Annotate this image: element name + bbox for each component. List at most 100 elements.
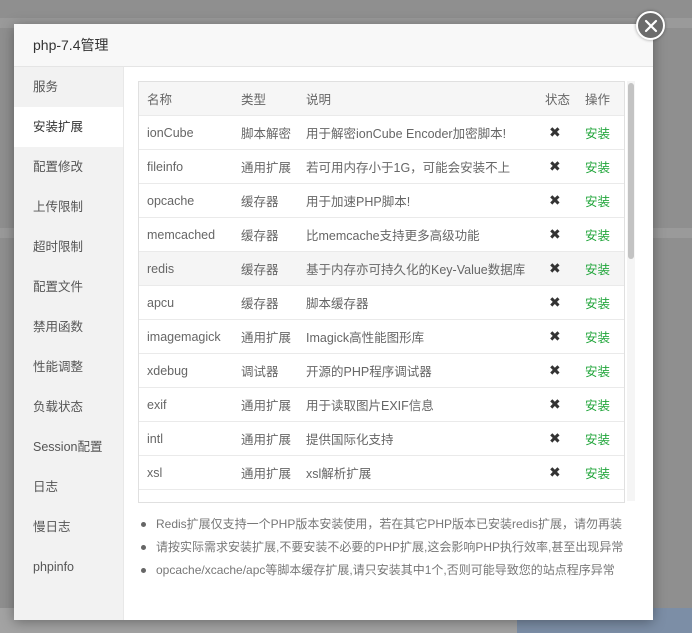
cross-icon: ✖ [549, 124, 561, 140]
php-manage-dialog: php-7.4管理 服务 安装扩展 配置修改 上传限制 超时限制 配置文件 禁用… [14, 24, 653, 620]
extension-operation: 安装 [577, 115, 624, 150]
extension-name: memcached [139, 217, 233, 252]
cross-icon: ✖ [549, 396, 561, 412]
extension-status: ✖ [537, 319, 577, 354]
extension-status: ✖ [537, 183, 577, 218]
table-row: memcached 缓存器 比memcache支持更多高级功能 ✖ 安装 [139, 217, 624, 252]
install-link[interactable]: 安装 [585, 263, 610, 277]
sidebar-item-config-edit[interactable]: 配置修改 [14, 147, 123, 187]
extensions-table: 名称 类型 说明 状态 操作 ionCube 脚本解密 用于解密ionCube … [139, 82, 624, 490]
extension-operation: 安装 [577, 251, 624, 286]
table-row: redis 缓存器 基于内存亦可持久化的Key-Value数据库 ✖ 安装 [139, 251, 624, 286]
close-button[interactable] [636, 11, 665, 40]
extension-operation: 安装 [577, 387, 624, 422]
extension-operation: 安装 [577, 149, 624, 184]
extension-operation: 安装 [577, 353, 624, 388]
sidebar-item-disabled-functions[interactable]: 禁用函数 [14, 307, 123, 347]
sidebar-item-phpinfo[interactable]: phpinfo [14, 547, 123, 587]
dialog-header: php-7.4管理 [14, 24, 653, 67]
table-row: xsl 通用扩展 xsl解析扩展 ✖ 安装 [139, 455, 624, 490]
extension-status: ✖ [537, 149, 577, 184]
extension-type: 通用扩展 [233, 149, 298, 184]
extension-type: 通用扩展 [233, 421, 298, 456]
close-icon [644, 19, 657, 32]
extension-description: 用于加速PHP脚本! [298, 183, 537, 218]
extension-name: fileinfo [139, 149, 233, 184]
extension-operation: 安装 [577, 285, 624, 320]
install-link[interactable]: 安装 [585, 297, 610, 311]
extension-type: 调试器 [233, 353, 298, 388]
table-scrollbar-thumb[interactable] [628, 83, 634, 259]
table-row: apcu 缓存器 脚本缓存器 ✖ 安装 [139, 285, 624, 320]
extension-name: imagemagick [139, 319, 233, 354]
cross-icon: ✖ [549, 226, 561, 242]
sidebar-item-performance[interactable]: 性能调整 [14, 347, 123, 387]
extension-operation: 安装 [577, 421, 624, 456]
extension-operation: 安装 [577, 217, 624, 252]
cross-icon: ✖ [549, 464, 561, 480]
extension-name: ionCube [139, 115, 233, 150]
cross-icon: ✖ [549, 362, 561, 378]
sidebar-item-config-file[interactable]: 配置文件 [14, 267, 123, 307]
install-link[interactable]: 安装 [585, 195, 610, 209]
column-header-description: 说明 [298, 82, 537, 116]
extension-name: redis [139, 251, 233, 286]
extension-status: ✖ [537, 115, 577, 150]
table-row: xdebug 调试器 开源的PHP程序调试器 ✖ 安装 [139, 353, 624, 388]
install-link[interactable]: 安装 [585, 127, 610, 141]
sidebar-item-load-status[interactable]: 负载状态 [14, 387, 123, 427]
extension-name: xsl [139, 455, 233, 490]
table-row: imagemagick 通用扩展 Imagick高性能图形库 ✖ 安装 [139, 319, 624, 354]
table-row: intl 通用扩展 提供国际化支持 ✖ 安装 [139, 421, 624, 456]
extension-description: 比memcache支持更多高级功能 [298, 217, 537, 252]
extension-description: 脚本缓存器 [298, 285, 537, 320]
extension-description: Imagick高性能图形库 [298, 319, 537, 354]
table-scrollbar[interactable] [627, 81, 635, 501]
column-header-name: 名称 [139, 82, 233, 116]
dialog-content: 名称 类型 说明 状态 操作 ionCube 脚本解密 用于解密ionCube … [124, 67, 653, 620]
install-link[interactable]: 安装 [585, 467, 610, 481]
sidebar-item-timeout-limit[interactable]: 超时限制 [14, 227, 123, 267]
cross-icon: ✖ [549, 192, 561, 208]
dialog-title: php-7.4管理 [33, 37, 109, 53]
install-link[interactable]: 安装 [585, 365, 610, 379]
note-item: 请按实际需求安装扩展,不要安装不必要的PHP扩展,这会影响PHP执行效率,甚至出… [138, 536, 638, 559]
extension-description: 若可用内存小于1G，可能会安装不上 [298, 149, 537, 184]
sidebar-item-service[interactable]: 服务 [14, 67, 123, 107]
extension-operation: 安装 [577, 319, 624, 354]
install-link[interactable]: 安装 [585, 161, 610, 175]
sidebar-item-upload-limit[interactable]: 上传限制 [14, 187, 123, 227]
table-row: exif 通用扩展 用于读取图片EXIF信息 ✖ 安装 [139, 387, 624, 422]
extension-type: 通用扩展 [233, 387, 298, 422]
extension-operation: 安装 [577, 455, 624, 490]
sidebar-item-slow-log[interactable]: 慢日志 [14, 507, 123, 547]
sidebar-item-log[interactable]: 日志 [14, 467, 123, 507]
extension-name: exif [139, 387, 233, 422]
extension-status: ✖ [537, 353, 577, 388]
extension-name: xdebug [139, 353, 233, 388]
extension-type: 脚本解密 [233, 115, 298, 150]
install-link[interactable]: 安装 [585, 433, 610, 447]
extension-operation: 安装 [577, 183, 624, 218]
install-link[interactable]: 安装 [585, 229, 610, 243]
table-header-row: 名称 类型 说明 状态 操作 [139, 82, 624, 116]
note-item: opcache/xcache/apc等脚本缓存扩展,请只安装其中1个,否则可能导… [138, 559, 638, 582]
column-header-operation: 操作 [577, 82, 624, 116]
extension-status: ✖ [537, 251, 577, 286]
extensions-table-container[interactable]: 名称 类型 说明 状态 操作 ionCube 脚本解密 用于解密ionCube … [138, 81, 625, 503]
column-header-status: 状态 [537, 82, 577, 116]
extension-description: xsl解析扩展 [298, 455, 537, 490]
extension-type: 缓存器 [233, 285, 298, 320]
sidebar-item-install-extensions[interactable]: 安装扩展 [14, 107, 123, 147]
extension-name: apcu [139, 285, 233, 320]
install-link[interactable]: 安装 [585, 331, 610, 345]
extension-status: ✖ [537, 421, 577, 456]
sidebar-item-session-config[interactable]: Session配置 [14, 427, 123, 467]
extension-status: ✖ [537, 387, 577, 422]
extension-status: ✖ [537, 455, 577, 490]
table-row: ionCube 脚本解密 用于解密ionCube Encoder加密脚本! ✖ … [139, 115, 624, 150]
table-row: opcache 缓存器 用于加速PHP脚本! ✖ 安装 [139, 183, 624, 218]
cross-icon: ✖ [549, 294, 561, 310]
install-link[interactable]: 安装 [585, 399, 610, 413]
cross-icon: ✖ [549, 328, 561, 344]
